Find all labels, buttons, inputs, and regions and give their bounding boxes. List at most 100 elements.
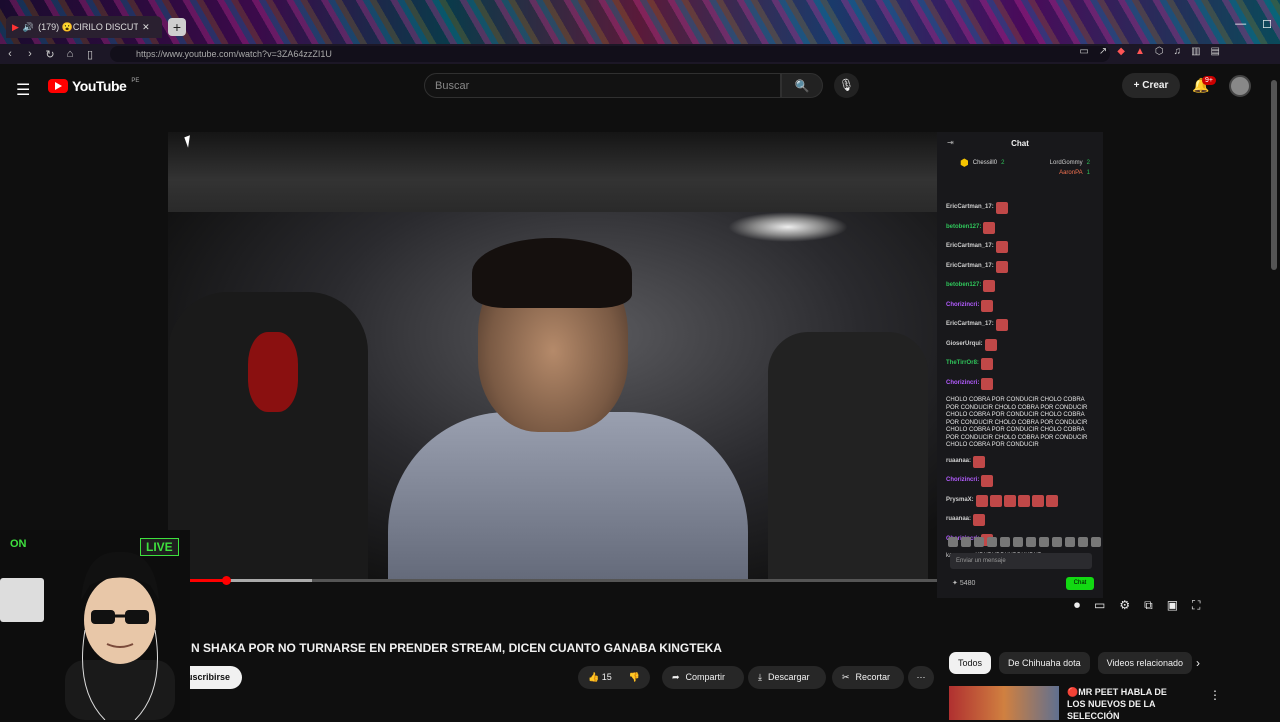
maximize-icon[interactable]: ☐ <box>1262 18 1272 31</box>
chevron-right-icon[interactable]: › <box>1196 656 1200 670</box>
tab-close-icon[interactable]: ✕ <box>142 22 150 33</box>
chat-username[interactable]: ruaanaa: <box>946 516 971 524</box>
home-icon[interactable]: ⌂ <box>60 48 80 60</box>
emote-icon[interactable] <box>948 537 958 547</box>
related-more-icon[interactable]: ⋮ <box>1209 688 1221 702</box>
back-icon[interactable]: ‹ <box>0 48 20 60</box>
extension-icons: ▭ ↗ ◆ ▲ ⬡ ♫ ▥ ▤ <box>1079 46 1220 57</box>
video-scrubber-handle[interactable] <box>222 576 231 585</box>
emote-icon[interactable] <box>1013 537 1023 547</box>
chat-emote-icon <box>995 202 1008 214</box>
chat-username[interactable]: Chorizincri: <box>946 477 979 485</box>
search-button[interactable]: 🔍 <box>781 73 823 98</box>
chat-username[interactable]: betoben127: <box>946 282 981 290</box>
chat-message: Chorizincri: <box>946 299 1096 312</box>
share-button[interactable]: ➦ Compartir <box>662 666 744 689</box>
forward-icon[interactable]: › <box>20 48 40 60</box>
share-page-icon[interactable]: ↗ <box>1099 46 1107 57</box>
bookmark-icon[interactable]: ▯ <box>80 48 100 61</box>
wallet-icon[interactable]: ▤ <box>1211 46 1220 57</box>
page-scrollbar[interactable] <box>1271 80 1277 270</box>
emote-icon[interactable] <box>961 537 971 547</box>
download-icon: ⤓ <box>758 672 762 682</box>
sidebar-icon[interactable]: ▥ <box>1191 46 1200 57</box>
emote-icon[interactable] <box>1039 537 1049 547</box>
account-avatar[interactable] <box>1229 75 1251 97</box>
chat-username[interactable]: PrysmaX: <box>946 497 974 505</box>
miniplayer-icon[interactable]: ⧉ <box>1144 598 1153 613</box>
chat-message: PrysmaX: <box>946 494 1096 507</box>
chat-message-input[interactable]: Enviar un mensaje <box>950 553 1092 569</box>
related-video-thumbnail[interactable] <box>949 686 1059 720</box>
youtube-logo[interactable]: YouTube PE <box>48 78 139 94</box>
video-title: N SHAKA POR NO TURNARSE EN PRENDER STREA… <box>191 641 722 655</box>
chat-send-button[interactable]: Chat <box>1066 577 1094 590</box>
like-dislike-group: 👍 15 👎 <box>578 666 650 689</box>
emote-icon[interactable] <box>987 537 997 547</box>
chip-channel[interactable]: De Chihuaha dota <box>999 652 1090 674</box>
related-video-item[interactable]: 🔴MR PEET HABLA DE LOS NUEVOS DE LA SELEC… <box>949 686 1219 721</box>
chat-emote-icon <box>995 260 1008 273</box>
media-icon[interactable]: ♫ <box>1174 46 1182 57</box>
search-input[interactable]: Buscar <box>424 73 781 98</box>
settings-gear-icon[interactable]: ⚙ <box>1119 598 1130 613</box>
dislike-button[interactable]: 👎 <box>629 666 640 689</box>
emote-icon[interactable] <box>1091 537 1101 547</box>
chat-username[interactable]: EricCartman_17: <box>946 321 994 329</box>
video-player[interactable] <box>168 132 937 582</box>
cast-icon[interactable]: ▭ <box>1079 46 1088 57</box>
chat-username[interactable]: Chorizincri: <box>946 302 979 310</box>
emote-icon[interactable] <box>1000 537 1010 547</box>
autoplay-toggle-icon[interactable]: ⏺ <box>1074 598 1080 613</box>
emote-icon[interactable] <box>1078 537 1088 547</box>
theater-mode-icon[interactable]: ▣ <box>1167 598 1178 613</box>
chat-username[interactable]: EricCartman_17: <box>946 243 994 251</box>
chat-username[interactable]: betoben127: <box>946 224 981 232</box>
chat-username[interactable]: Chorizincri: <box>946 380 979 388</box>
chat-username[interactable]: EricCartman_17: <box>946 204 994 212</box>
chip-todos[interactable]: Todos <box>949 652 992 674</box>
new-tab-button[interactable]: + <box>168 18 186 36</box>
tab-title: (179) 😮CIRILO DISCUTE CO <box>38 21 139 32</box>
rewards-icon[interactable]: ▲ <box>1135 46 1145 57</box>
chat-emote-icon <box>981 299 994 312</box>
chat-emote-icon <box>995 319 1008 331</box>
more-actions-button[interactable]: ⋯ <box>908 666 934 689</box>
fullscreen-icon[interactable]: ⛶ <box>1192 598 1200 613</box>
chat-message: EricCartman_17: <box>946 319 1096 331</box>
share-icon: ➦ <box>672 672 680 682</box>
extensions-icon[interactable]: ⬡ <box>1155 46 1164 57</box>
chat-emote-icon <box>995 241 1008 253</box>
chat-username[interactable]: GioserUrqui: <box>946 341 983 349</box>
browser-tab[interactable]: ▶ 🔊 (179) 😮CIRILO DISCUTE CO ✕ <box>6 16 162 38</box>
chat-username[interactable]: ruaanaa: <box>946 458 971 466</box>
chat-long-message: CHOLO COBRA POR CONDUCIR CHOLO COBRA POR… <box>946 397 1088 448</box>
window-controls: — ☐ <box>1235 18 1272 31</box>
emote-icon[interactable] <box>1026 537 1036 547</box>
chat-emote-icon <box>989 494 1002 507</box>
related-video-title[interactable]: 🔴MR PEET HABLA DE LOS NUEVOS DE LA SELEC… <box>1067 686 1187 721</box>
more-dots-icon: ⋯ <box>916 672 926 682</box>
download-button[interactable]: ⤓ Descargar <box>748 666 826 689</box>
channel-points[interactable]: ✦ 5480 <box>952 579 975 587</box>
youtube-play-icon <box>48 79 68 93</box>
chat-username[interactable]: TheTirrOr8: <box>946 360 979 368</box>
emote-icon[interactable] <box>974 537 984 547</box>
menu-icon[interactable]: ☰ <box>16 80 30 100</box>
chip-related[interactable]: Videos relacionado <box>1097 652 1192 674</box>
create-button[interactable]: + Crear <box>1122 73 1180 98</box>
clip-button[interactable]: ✂ Recortar <box>832 666 904 689</box>
brave-shield-icon[interactable]: ◆ <box>1117 46 1125 57</box>
audio-icon[interactable]: 🔊 <box>23 22 34 33</box>
chat-emote-icon <box>973 455 986 468</box>
chat-message: TheTirrOr8: <box>946 358 1096 370</box>
reload-icon[interactable]: ↻ <box>40 48 60 61</box>
minimize-icon[interactable]: — <box>1235 18 1246 31</box>
subtitles-icon[interactable]: ▭ <box>1094 598 1105 613</box>
url-bar[interactable]: https://www.youtube.com/watch?v=3ZA64zzZ… <box>110 46 1110 62</box>
emote-icon[interactable] <box>1065 537 1075 547</box>
like-button[interactable]: 👍 15 <box>588 666 612 689</box>
emote-icon[interactable] <box>1052 537 1062 547</box>
voice-search-button[interactable]: 🎙 <box>834 73 859 98</box>
chat-username[interactable]: EricCartman_17: <box>946 263 994 271</box>
